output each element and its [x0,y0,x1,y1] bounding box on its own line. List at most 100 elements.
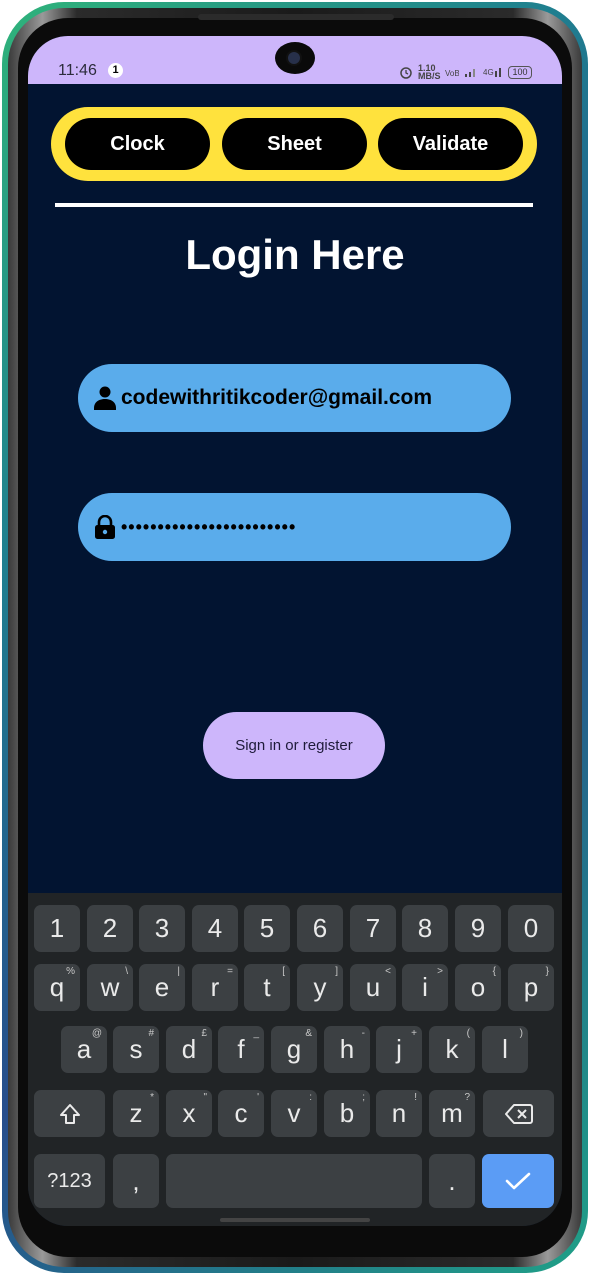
key-label: j [396,1034,402,1064]
key-label: r [210,972,220,1002]
comma-key[interactable]: , [113,1154,159,1208]
screen: 11:46 1 1.10 MB/S VoB 4G 100 Clock Sheet… [28,36,562,1226]
status-time: 11:46 [58,62,97,79]
key-hint: @ [91,1028,102,1039]
key-t[interactable]: t[ [244,964,290,1011]
signal-icon [465,69,475,77]
divider [55,203,533,207]
page-title: Login Here [185,231,405,278]
key-label: n [391,1098,407,1128]
key-hint: ] [335,966,338,977]
key-label: b [339,1098,355,1128]
backspace-icon [504,1103,533,1124]
home-indicator[interactable] [220,1218,370,1222]
key-label: k [445,1034,459,1064]
key-hint: : [309,1092,312,1103]
key-hint: = [227,966,233,977]
key-label: s [129,1034,143,1064]
key-m[interactable]: m? [429,1090,475,1137]
key-label: t [263,972,271,1002]
key-z[interactable]: z * [113,1090,159,1137]
key-hint: ' [257,1092,259,1103]
key-hint: > [437,966,443,977]
key-d[interactable]: d £ [166,1026,212,1073]
speaker-grille [198,14,394,20]
symbols-key[interactable]: ?123 [34,1154,105,1208]
key-q[interactable]: q% [34,964,80,1011]
key-g[interactable]: g & [271,1026,317,1073]
lock-icon [95,515,115,539]
key-8[interactable]: 8 [402,905,448,952]
key-1[interactable]: 1 [34,905,80,952]
key-2[interactable]: 2 [87,905,133,952]
key-3[interactable]: 3 [139,905,185,952]
key-hint: - [361,1028,365,1039]
space-bar[interactable] [166,1154,422,1208]
svg-text:VoB: VoB [445,69,459,78]
key-h[interactable]: h- [324,1026,370,1073]
key-label: z [129,1098,143,1128]
status-bar: 11:46 1 1.10 MB/S VoB 4G 100 [28,36,562,84]
key-label: y [313,972,327,1002]
key-w[interactable]: w \ [87,964,133,1011]
key-j[interactable]: j + [376,1026,422,1073]
email-field[interactable]: codewithritikcoder@gmail.com [78,364,511,432]
key-7[interactable]: 7 [350,905,396,952]
person-icon [94,386,116,410]
clock-button[interactable]: Clock [65,118,210,170]
key-hint: & [305,1028,312,1039]
key-6[interactable]: 6 [297,905,343,952]
key-label: o [470,972,486,1002]
key-p[interactable]: p} [508,964,554,1011]
key-s[interactable]: s # [113,1026,159,1073]
key-b[interactable]: b; [324,1090,370,1137]
key-c[interactable]: c ' [218,1090,264,1137]
key-label: l [502,1034,508,1064]
password-field[interactable]: •••••••••••••••••••••••• [78,493,511,561]
key-r[interactable]: r = [192,964,238,1011]
check-icon [505,1172,531,1190]
key-e[interactable]: e | [139,964,185,1011]
key-0[interactable]: 0 [508,905,554,952]
key-y[interactable]: y] [297,964,343,1011]
signal-4g-icon: 4G [483,68,501,77]
sign-in-button[interactable]: Sign in or register [203,712,385,779]
key-x[interactable]: x " [166,1090,212,1137]
sheet-button[interactable]: Sheet [222,118,367,170]
key-4[interactable]: 4 [192,905,238,952]
key-5[interactable]: 5 [244,905,290,952]
key-o[interactable]: o{ [455,964,501,1011]
password-value: •••••••••••••••••••••••• [121,517,297,537]
key-hint: ; [362,1092,365,1103]
period-key[interactable]: . [429,1154,475,1208]
key-hint: " [203,1092,207,1103]
battery-indicator: 100 [508,65,532,79]
key-f[interactable]: f _ [218,1026,264,1073]
front-camera [275,42,315,74]
key-hint: * [150,1092,154,1103]
shift-key[interactable] [34,1090,105,1137]
key-label: a [76,1034,92,1064]
key-label: f [237,1034,245,1064]
key-hint: ) [519,1028,523,1039]
key-u[interactable]: u < [350,964,396,1011]
key-a[interactable]: a @ [61,1026,107,1073]
key-l[interactable]: l) [482,1026,528,1073]
key-9[interactable]: 9 [455,905,501,952]
validate-button[interactable]: Validate [378,118,523,170]
key-n[interactable]: n! [376,1090,422,1137]
key-hint: + [411,1028,417,1039]
backspace-key[interactable] [483,1090,554,1137]
enter-key[interactable] [482,1154,554,1208]
key-hint: £ [201,1028,207,1039]
key-label: d [181,1034,197,1064]
key-i[interactable]: i > [402,964,448,1011]
key-v[interactable]: v: [271,1090,317,1137]
key-label: i [422,972,428,1002]
key-k[interactable]: k( [429,1026,475,1073]
status-icons: 1.10 MB/S VoB 4G 100 [399,64,532,81]
key-label: e [154,972,170,1002]
key-label: c [234,1098,248,1128]
shift-icon [59,1103,80,1124]
on-screen-keyboard: 1 2 3 4 5 6 7 8 9 0 q% w \ e | r = t[ y] u <… [28,893,562,1226]
